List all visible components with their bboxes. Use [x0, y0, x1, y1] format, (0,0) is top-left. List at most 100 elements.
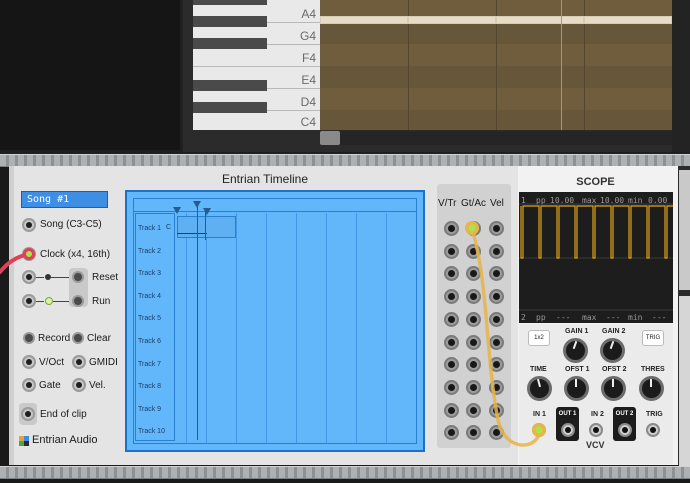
run-label: Run: [92, 296, 111, 307]
track-6-gtac-jack[interactable]: [466, 334, 481, 350]
track-4-vtr-jack[interactable]: [444, 289, 459, 305]
track-label[interactable]: Track 6: [138, 338, 161, 345]
clock-label: Clock (x4, 16th): [40, 249, 111, 260]
track-2-vel-jack[interactable]: [489, 243, 504, 259]
panel-edge: [9, 166, 14, 465]
note-grid[interactable]: [320, 0, 672, 130]
track-label[interactable]: Track 9: [138, 406, 161, 413]
reset-label: Reset: [92, 272, 119, 283]
reset-button[interactable]: [72, 271, 84, 283]
entrian-logo-text: Entrian Audio: [32, 434, 98, 446]
vel-output-jack[interactable]: [72, 378, 86, 392]
note-label-e4: E4: [301, 73, 316, 87]
track-2-vtr-jack[interactable]: [444, 243, 459, 259]
track-5-gtac-jack[interactable]: [466, 311, 481, 327]
connector-line: [51, 277, 69, 278]
track-6-vtr-jack[interactable]: [444, 334, 459, 350]
scope-screen[interactable]: [519, 192, 673, 323]
trig-input-label: TRIG: [646, 411, 663, 418]
voct-label: V/Oct: [39, 357, 65, 368]
song-input-jack[interactable]: [22, 218, 36, 232]
scope-min-value: 0.00: [648, 196, 668, 205]
track-9-gtac-jack[interactable]: [466, 402, 481, 418]
track-8-vtr-jack[interactable]: [444, 379, 459, 395]
next-module-panel: [679, 296, 690, 466]
track-4-gtac-jack[interactable]: [466, 289, 481, 305]
track-1-vtr-jack[interactable]: [444, 221, 459, 236]
track-1-vel-jack[interactable]: [489, 221, 504, 236]
in1-label: IN 1: [533, 411, 546, 418]
record-button[interactable]: [23, 332, 35, 344]
scope-min-value-2: ---: [652, 313, 667, 322]
next-module-panel: [679, 170, 690, 290]
in2-jack[interactable]: [589, 423, 603, 437]
vel-label: Vel.: [89, 380, 106, 391]
note-block[interactable]: [584, 16, 672, 24]
scope-max-label: max: [582, 196, 597, 205]
loop-start-marker[interactable]: [173, 207, 181, 214]
track-5-vel-jack[interactable]: [489, 311, 504, 327]
track-1-gtac-jack[interactable]: [466, 221, 481, 236]
playhead: [561, 0, 562, 130]
reset-input-jack[interactable]: [22, 270, 36, 284]
column-header-vel: Vel: [490, 198, 504, 209]
piano-keyboard[interactable]: A4 G4 F4 E4 D4 C4: [193, 0, 320, 130]
trig-input-jack[interactable]: [646, 423, 660, 437]
note-block[interactable]: [320, 16, 408, 24]
scrollbar-thumb[interactable]: [320, 131, 340, 145]
bar-line: [296, 213, 297, 443]
track-label[interactable]: Track 2: [138, 248, 161, 255]
timeline-clip[interactable]: [177, 216, 236, 238]
in2-label: IN 2: [591, 411, 604, 418]
piano-key-f4[interactable]: F4: [193, 44, 320, 67]
voct-output-jack[interactable]: [22, 355, 36, 369]
track-9-vtr-jack[interactable]: [444, 402, 459, 418]
piano-key-c4[interactable]: C4: [193, 110, 320, 130]
scope-channel-2: 2: [521, 313, 526, 322]
record-label: Record: [38, 333, 71, 344]
scope-max-value-2: ---: [606, 313, 621, 322]
run-input-jack[interactable]: [22, 294, 36, 308]
track-9-vel-jack[interactable]: [489, 402, 504, 418]
trig-button[interactable]: TRIG: [642, 330, 664, 346]
track-label[interactable]: Track 3: [138, 270, 161, 277]
end-of-clip-jack[interactable]: [21, 407, 35, 421]
track-label[interactable]: Track 8: [138, 383, 161, 390]
track-label[interactable]: Track 1: [138, 225, 161, 232]
knob-indicator: [575, 379, 577, 387]
gmidi-output-jack[interactable]: [72, 355, 86, 369]
track-label[interactable]: Track 10: [138, 428, 165, 435]
out1-label: OUT 1: [558, 411, 577, 417]
clock-input-jack[interactable]: [22, 247, 36, 261]
out2-jack[interactable]: [618, 423, 632, 437]
time-knob[interactable]: [527, 376, 552, 401]
note-block[interactable]: [496, 16, 584, 24]
track-label[interactable]: Track 4: [138, 293, 161, 300]
track-6-vel-jack[interactable]: [489, 334, 504, 350]
scope-waveform: [519, 203, 673, 311]
loop-end-line: [205, 212, 206, 240]
out1-jack[interactable]: [561, 423, 575, 437]
note-block[interactable]: [408, 16, 496, 24]
clear-button[interactable]: [72, 332, 84, 344]
horizontal-scrollbar[interactable]: [320, 131, 672, 145]
rack-rail-bottom: [0, 466, 690, 479]
x2-button[interactable]: 1x2: [528, 330, 550, 346]
track-label[interactable]: Track 7: [138, 361, 161, 368]
song-display[interactable]: Song #1: [21, 191, 108, 208]
run-button[interactable]: [72, 295, 84, 307]
track-8-vel-jack[interactable]: [489, 379, 504, 395]
ofst2-label: OFST 2: [602, 366, 627, 373]
black-key[interactable]: [193, 0, 267, 5]
track-label[interactable]: Track 5: [138, 315, 161, 322]
track-4-vel-jack[interactable]: [489, 289, 504, 305]
gmidi-label: GMIDI: [89, 357, 118, 368]
track-5-vtr-jack[interactable]: [444, 311, 459, 327]
track-8-gtac-jack[interactable]: [466, 379, 481, 395]
gate-output-jack[interactable]: [22, 378, 36, 392]
track-2-gtac-jack[interactable]: [466, 243, 481, 259]
in1-jack[interactable]: [532, 423, 546, 437]
bar-line: [236, 213, 237, 443]
note-label-f4: F4: [301, 51, 316, 65]
gain1-label: GAIN 1: [565, 328, 589, 335]
